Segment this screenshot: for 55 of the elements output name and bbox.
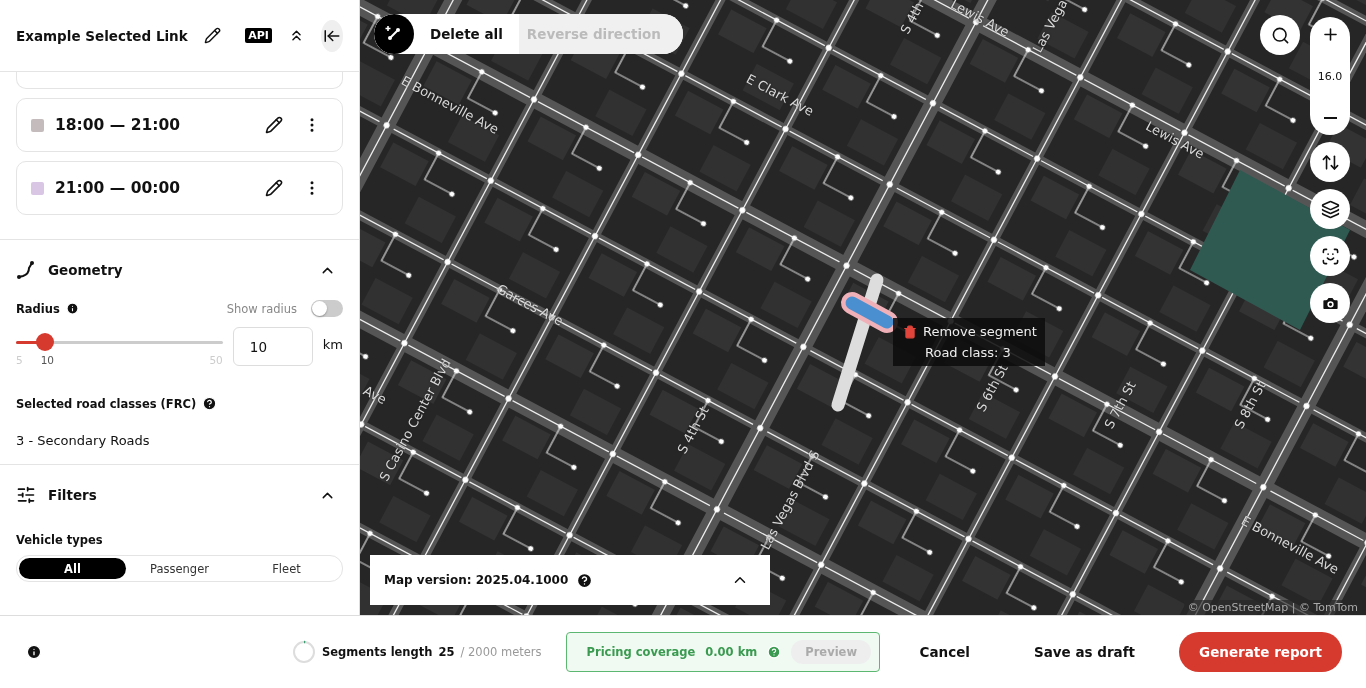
- pricing-label: Pricing coverage: [586, 645, 696, 659]
- trash-icon: [903, 324, 917, 339]
- street-label: S 6th St: [973, 361, 1011, 415]
- progress-ring: [292, 640, 316, 664]
- info-icon[interactable]: [26, 644, 42, 660]
- section-title: Filters: [48, 487, 98, 503]
- curve-line-icon: [16, 260, 36, 280]
- layers-icon: [1320, 199, 1340, 219]
- api-badge[interactable]: API: [245, 28, 272, 43]
- swap-arrows-icon: [1320, 152, 1340, 172]
- help-icon: [576, 571, 594, 589]
- street-label: S 8th St: [1231, 378, 1269, 432]
- draw-segment-button[interactable]: [374, 14, 414, 54]
- road-classes-value: 3 - Secondary Roads: [16, 433, 151, 448]
- section-title: Geometry: [48, 262, 124, 278]
- time-slot-label: 18:00 — 21:00: [55, 116, 181, 134]
- remove-segment-button[interactable]: Remove segment: [903, 324, 1037, 339]
- street-label: S 4th St: [674, 403, 712, 457]
- help-icon: [767, 645, 782, 659]
- pricing-value: 0.00 km: [705, 645, 758, 659]
- search-icon: [1270, 25, 1290, 45]
- radius-input[interactable]: 10: [232, 327, 313, 366]
- vehicle-type-option[interactable]: Passenger: [126, 558, 233, 579]
- radius-label: Radius: [16, 301, 60, 316]
- street-label: S 7th St: [1101, 378, 1139, 432]
- help-icon: [202, 396, 218, 411]
- minus-icon: [1323, 117, 1337, 119]
- link-title: Example Selected Link: [16, 27, 188, 44]
- draw-segment-icon: [385, 25, 403, 43]
- street-label: S 4th: [897, 0, 927, 37]
- show-radius-toggle[interactable]: [311, 300, 343, 317]
- show-radius-label: Show radius: [226, 301, 297, 316]
- road-class-text: Road class: 3: [924, 345, 1012, 360]
- map-version-text: Map version: 2025.04.1000: [384, 573, 569, 587]
- zoom-level: 16.0: [1317, 70, 1343, 83]
- vehicle-type-option[interactable]: All: [19, 558, 126, 579]
- unit-label: km: [322, 336, 343, 352]
- segments-label: Segments length: [322, 645, 433, 659]
- vehicle-types-label: Vehicle types: [16, 533, 104, 547]
- info-icon: [65, 302, 79, 315]
- road-classes-label: Selected road classes (FRC): [16, 396, 197, 411]
- collapse-panel-button[interactable]: [321, 19, 343, 52]
- footer-button[interactable]: Cancel: [899, 632, 990, 672]
- footer-button[interactable]: Save as draft: [1013, 632, 1156, 672]
- focus-frame-icon: [1320, 246, 1340, 266]
- slider-value-label: 10: [40, 354, 55, 366]
- filters-icon: [16, 485, 36, 505]
- slider-thumb[interactable]: [35, 333, 54, 351]
- segments-value: 25: [438, 645, 455, 659]
- segments-total: / 2000 meters: [460, 645, 542, 659]
- selected-segment-drawing: [841, 292, 898, 333]
- vehicle-type-option[interactable]: Fleet: [233, 558, 340, 579]
- street-label: Ave: [360, 382, 390, 408]
- time-slot-label: 21:00 — 00:00: [55, 179, 181, 197]
- generate-report-button[interactable]: Generate report: [1179, 632, 1342, 672]
